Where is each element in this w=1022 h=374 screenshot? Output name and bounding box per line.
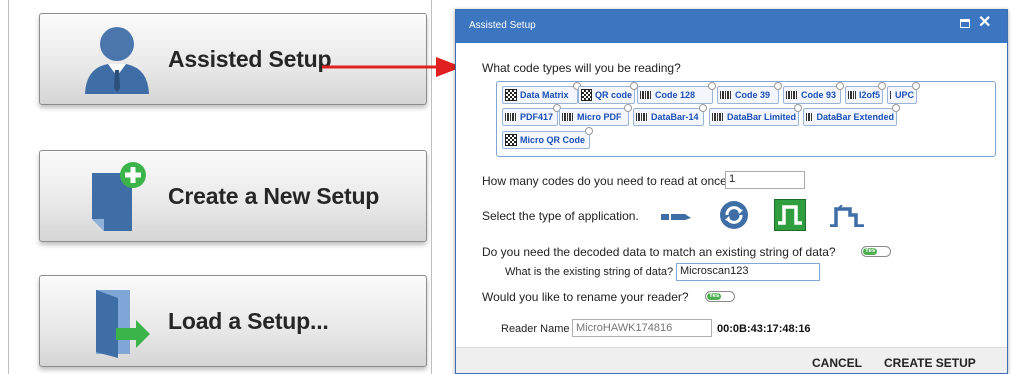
- code-type-label: Code 128: [655, 90, 696, 100]
- code-count-input[interactable]: 1: [725, 171, 805, 189]
- barcode-icon: [636, 113, 648, 121]
- toggle-on-label: Yes: [863, 248, 877, 255]
- code-type-label: Micro PDF: [577, 112, 622, 122]
- barcode-icon: [562, 113, 574, 121]
- code-type-label: I2of5: [858, 90, 880, 100]
- remove-icon[interactable]: [836, 82, 844, 90]
- code-type-chip[interactable]: Data Matrix: [502, 82, 581, 104]
- create-new-setup-button[interactable]: Create a New Setup: [39, 150, 427, 242]
- code-type-chip[interactable]: Micro PDF: [559, 104, 632, 126]
- load-setup-button[interactable]: Load a Setup...: [39, 275, 427, 367]
- remove-icon[interactable]: [708, 82, 716, 90]
- barcode-icon: [848, 91, 856, 99]
- person-icon: [85, 27, 149, 94]
- code-type-chip[interactable]: Code 39: [717, 82, 782, 104]
- dialog-title: Assisted Setup: [469, 20, 536, 31]
- barcode-icon: [786, 91, 798, 99]
- remove-icon[interactable]: [624, 104, 632, 112]
- conveyor-pointer-icon[interactable]: [661, 210, 693, 224]
- code-type-label: DataBar Extended: [816, 112, 894, 122]
- barcode-icon: [806, 113, 814, 121]
- remove-icon[interactable]: [699, 104, 707, 112]
- dialog-title-bar: Assisted Setup ✕: [456, 10, 1007, 43]
- code-type-label: Code 93: [801, 90, 837, 100]
- code-type-label: Micro QR Code: [520, 135, 586, 145]
- code-type-label: Code 39: [735, 90, 771, 100]
- code-type-label: Data Matrix: [520, 90, 569, 100]
- code-type-chip[interactable]: I2of5: [845, 82, 886, 104]
- dialog-footer: CANCEL CREATE SETUP: [456, 347, 1007, 373]
- code-type-chip[interactable]: DataBar-14: [633, 104, 707, 126]
- code-type-chip[interactable]: QR code: [578, 82, 638, 104]
- code-type-chip[interactable]: DataBar Extended: [803, 104, 900, 126]
- load-setup-label: Load a Setup...: [168, 307, 329, 334]
- barcode-icon: [712, 113, 724, 121]
- reader-name-input[interactable]: [572, 319, 712, 337]
- remove-icon[interactable]: [892, 104, 900, 112]
- remove-icon[interactable]: [794, 104, 802, 112]
- remove-icon[interactable]: [774, 82, 782, 90]
- code-type-label: UPC: [894, 90, 914, 100]
- close-icon[interactable]: ✕: [978, 15, 991, 31]
- mac-address: 00:0B:43:17:48:16: [717, 323, 811, 335]
- continuous-cycle-icon[interactable]: [719, 200, 749, 230]
- rename-reader-toggle[interactable]: Yes: [705, 291, 735, 302]
- toggle-on-label: Yes: [707, 293, 721, 300]
- create-setup-button[interactable]: CREATE SETUP: [884, 356, 976, 370]
- matrix-code-icon: [581, 89, 592, 101]
- code-types-box[interactable]: Data Matrix QR code Code 128 Code 39 Code 93…: [496, 81, 996, 157]
- code-type-chip[interactable]: Code 128: [637, 82, 716, 104]
- matrix-code-icon: [505, 89, 517, 101]
- new-document-icon: [92, 162, 146, 231]
- how-many-question: How many codes do you need to read at on…: [482, 174, 734, 188]
- code-type-label: DataBar Limited: [726, 112, 796, 122]
- barcode-icon: [640, 91, 652, 99]
- code-type-label: DataBar-14: [651, 112, 699, 122]
- create-new-setup-label: Create a New Setup: [168, 182, 380, 209]
- match-data-question: Do you need the decoded data to match an…: [482, 245, 836, 259]
- app-type-question: Select the type of application.: [482, 209, 639, 223]
- code-types-question: What code types will you be reading?: [482, 61, 681, 75]
- remove-icon[interactable]: [585, 127, 593, 135]
- rename-reader-question: Would you like to rename your reader?: [482, 290, 689, 304]
- code-type-chip[interactable]: DataBar Limited: [709, 104, 802, 126]
- assisted-setup-label: Assisted Setup: [168, 45, 332, 72]
- code-type-label: PDF417: [520, 112, 554, 122]
- code-type-chip[interactable]: PDF417: [502, 104, 561, 126]
- assisted-setup-dialog: Assisted Setup ✕ What code types will yo…: [455, 9, 1008, 374]
- pointer-arrow: [322, 57, 462, 77]
- open-door-icon: [96, 290, 150, 358]
- maximize-icon[interactable]: [960, 19, 970, 28]
- barcode-icon: [505, 113, 517, 121]
- code-type-chip[interactable]: UPC: [887, 82, 920, 104]
- code-type-chip[interactable]: Micro QR Code: [502, 127, 593, 149]
- match-data-toggle[interactable]: Yes: [861, 246, 891, 257]
- barcode-icon: [720, 91, 732, 99]
- remove-icon[interactable]: [878, 82, 886, 90]
- reader-name-label: Reader Name: [501, 323, 570, 335]
- remove-icon[interactable]: [912, 82, 920, 90]
- single-pulse-trigger-icon[interactable]: [774, 199, 806, 231]
- code-type-label: QR code: [594, 90, 632, 100]
- existing-string-input[interactable]: Microscan123: [676, 263, 820, 281]
- barcode-icon: [890, 91, 892, 99]
- multi-pulse-trigger-icon[interactable]: [828, 205, 866, 227]
- matrix-code-icon: [505, 134, 517, 146]
- existing-string-label: What is the existing string of data?: [505, 266, 674, 278]
- code-type-chip[interactable]: Code 93: [783, 82, 844, 104]
- cancel-button[interactable]: CANCEL: [812, 356, 862, 370]
